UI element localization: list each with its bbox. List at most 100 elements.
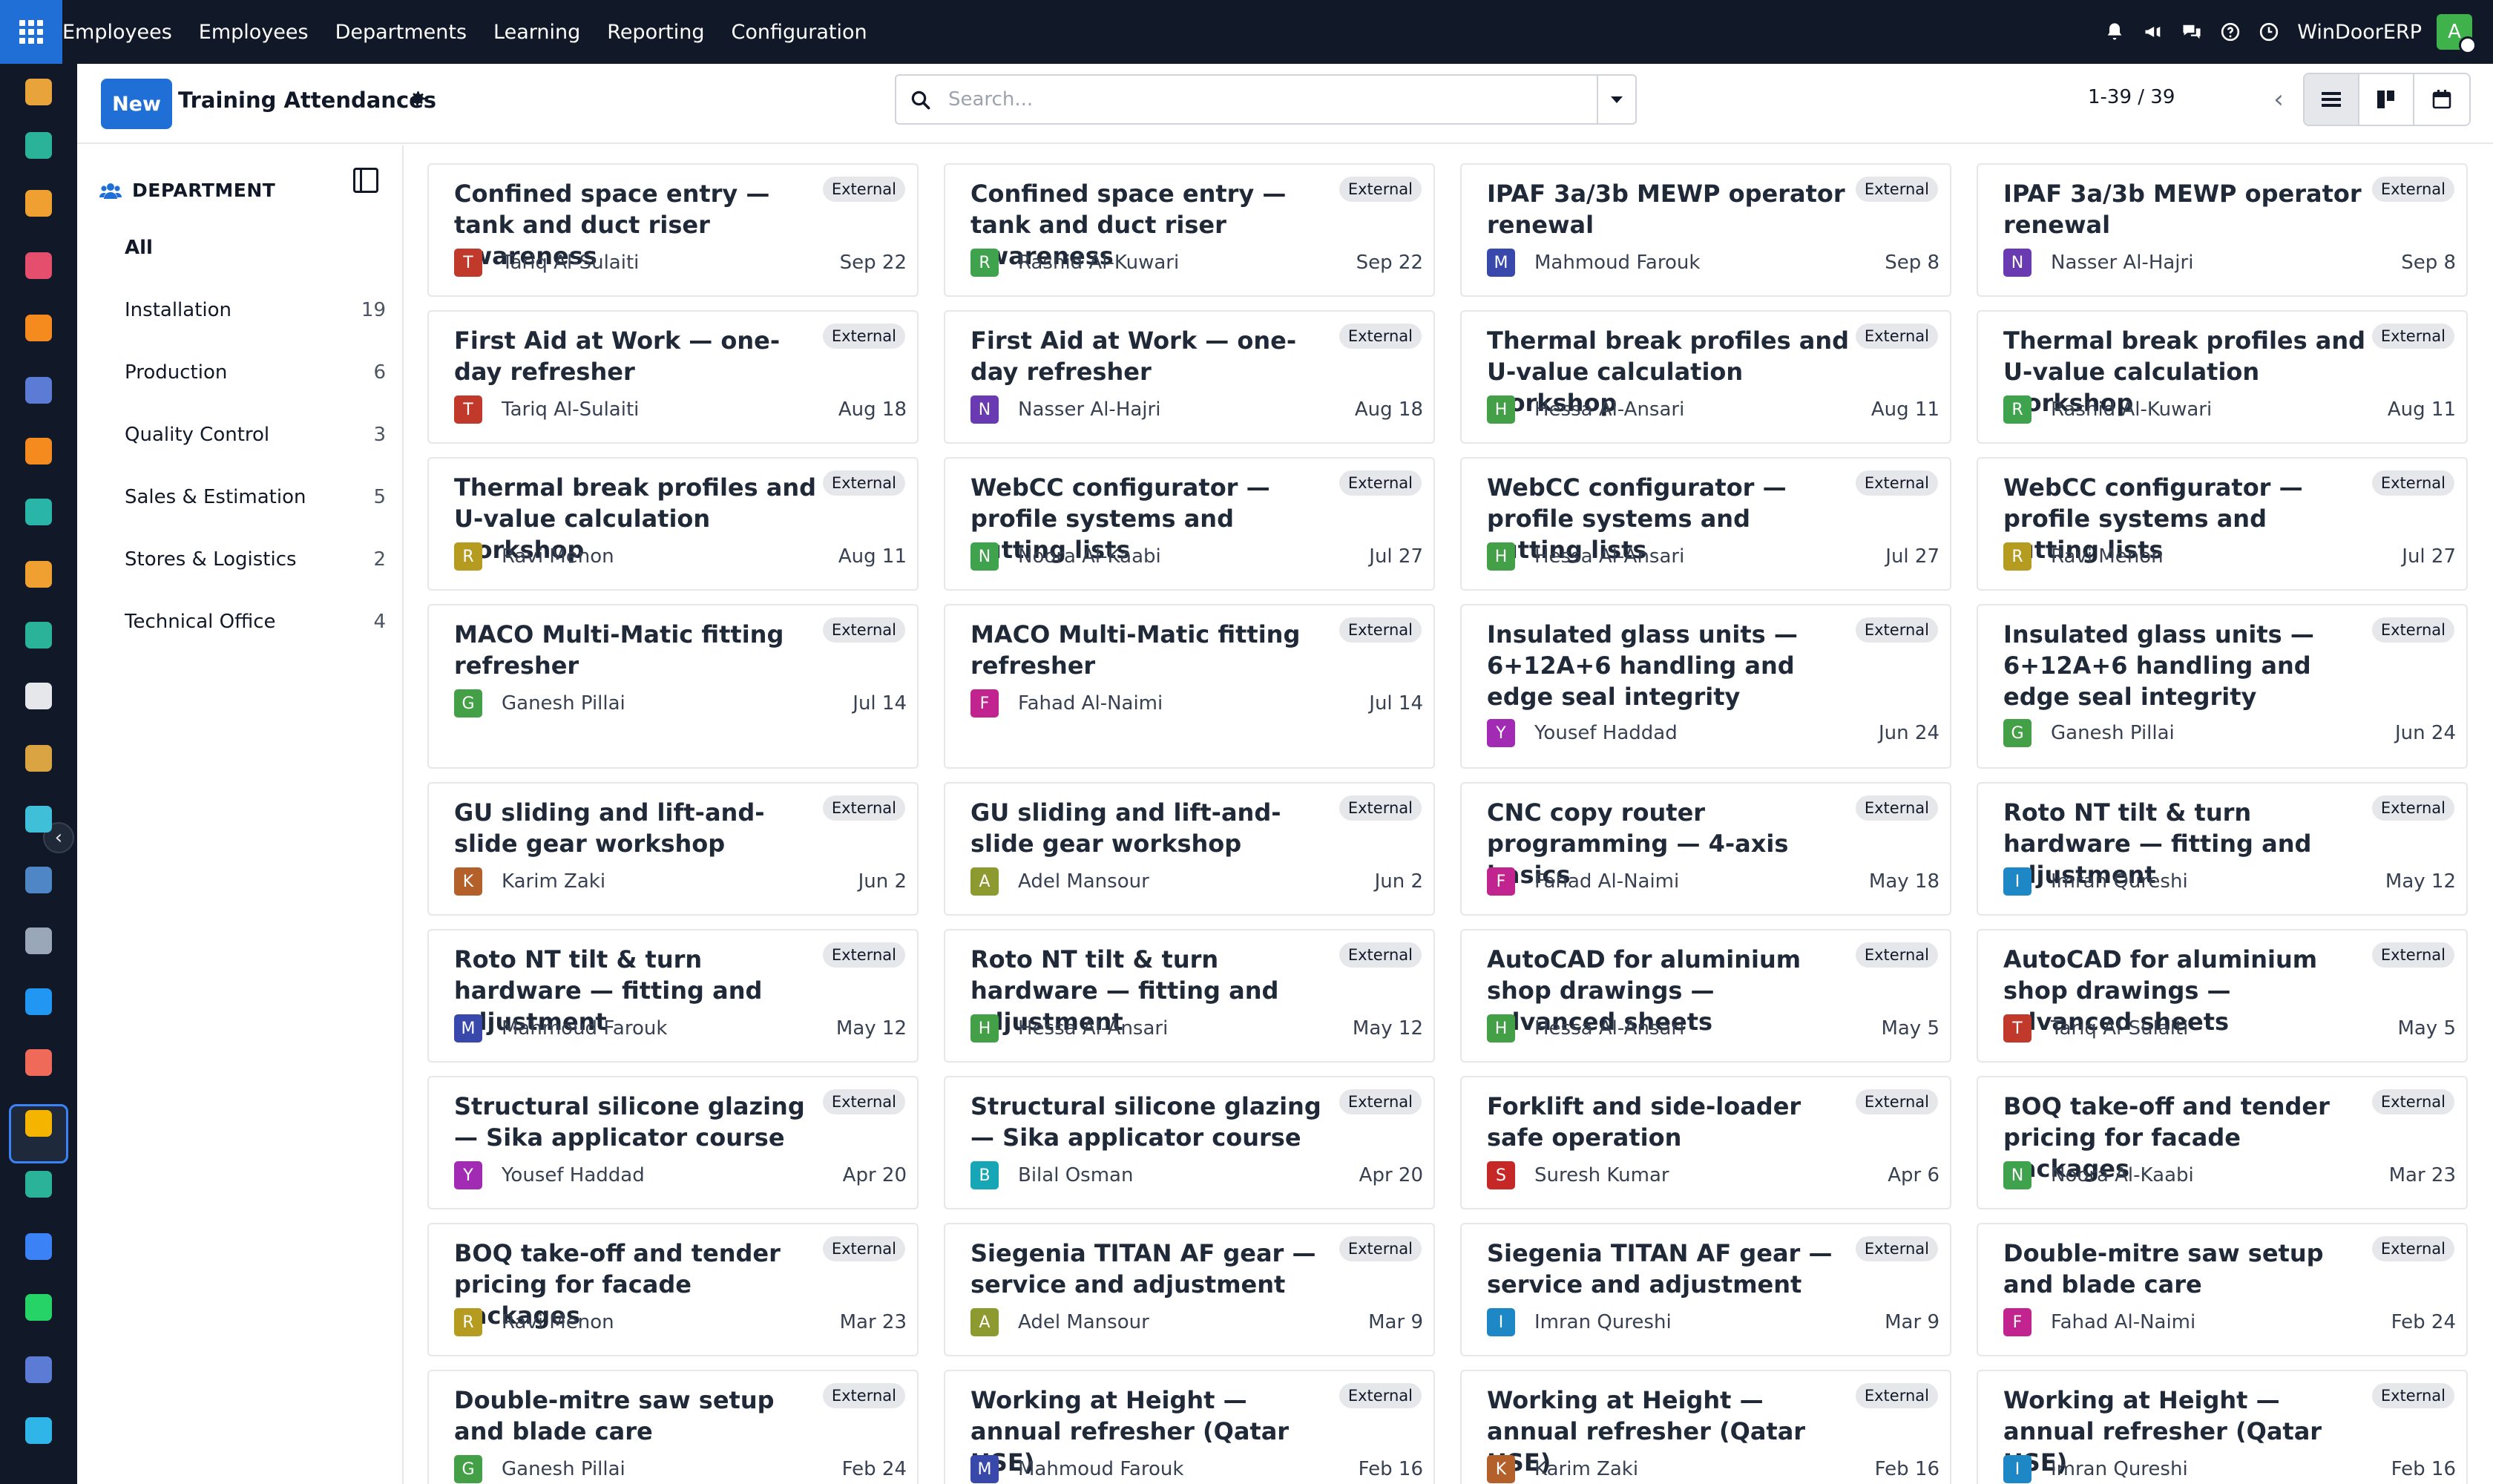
app-icon-4[interactable] [25, 252, 52, 279]
gear-icon[interactable] [408, 89, 427, 114]
training-card[interactable]: Working at Height — annual refresher (Qa… [1460, 1370, 1951, 1484]
training-card[interactable]: Roto NT tilt & turn hardware — fitting a… [944, 929, 1435, 1063]
training-card[interactable]: MACO Multi-Matic fitting refresher Extern… [427, 604, 919, 769]
pager-previous-button[interactable]: ‹ [2256, 74, 2302, 125]
department-item-all[interactable]: All [125, 226, 392, 270]
training-card[interactable]: Insulated glass units — 6+12A+6 handling… [1460, 604, 1951, 769]
training-card[interactable]: First Aid at Work — one-day refresher Ext… [427, 310, 919, 444]
app-icon-7[interactable] [25, 438, 52, 464]
training-card[interactable]: Structural silicone glazing — Sika appli… [427, 1076, 919, 1209]
app-icon-8[interactable] [25, 499, 52, 525]
app-icon-6[interactable] [25, 377, 52, 404]
app-icon-5[interactable] [25, 315, 52, 341]
menu-configuration[interactable]: Configuration [718, 0, 881, 64]
app-icon-21[interactable] [25, 1356, 52, 1383]
training-card[interactable]: Working at Height — annual refresher (Qa… [944, 1370, 1435, 1484]
training-card[interactable]: IPAF 3a/3b MEWP operator renewal External… [1977, 163, 2468, 297]
training-card[interactable]: Siegenia TITAN AF gear — service and adj… [1460, 1223, 1951, 1356]
new-button[interactable]: New [101, 79, 172, 129]
training-card[interactable]: Working at Height — annual refresher (Qa… [1977, 1370, 2468, 1484]
training-card[interactable]: IPAF 3a/3b MEWP operator renewal External… [1460, 163, 1951, 297]
training-card[interactable]: Thermal break profiles and U-value calcu… [1460, 310, 1951, 444]
apps-menu-button[interactable] [0, 0, 62, 64]
training-card[interactable]: Confined space entry — tank and duct ris… [944, 163, 1435, 297]
department-item-production[interactable]: Production 6 [125, 350, 392, 395]
department-item-installation[interactable]: Installation 19 [125, 288, 392, 332]
app-icon-19[interactable] [25, 1233, 52, 1260]
employee-name: Bilal Osman [1018, 1164, 1134, 1186]
training-card[interactable]: Structural silicone glazing — Sika appli… [944, 1076, 1435, 1209]
training-card[interactable]: Forklift and side-loader safe operation E… [1460, 1076, 1951, 1209]
search-options-toggle[interactable] [1597, 76, 1635, 123]
pager-value[interactable]: 1-39 / 39 [2088, 86, 2175, 108]
type-badge: External [1339, 324, 1422, 349]
training-card[interactable]: BOQ take-off and tender pricing for faca… [427, 1223, 919, 1356]
panel-toggle-icon[interactable] [353, 168, 378, 193]
app-icon-14[interactable] [25, 867, 52, 893]
department-item-quality-control[interactable]: Quality Control 3 [125, 413, 392, 457]
megaphone-icon[interactable] [2134, 0, 2172, 64]
app-icon-20[interactable] [25, 1294, 52, 1321]
app-icon-13[interactable] [25, 806, 52, 833]
training-card[interactable]: AutoCAD for aluminium shop drawings — ad… [1977, 929, 2468, 1063]
training-card[interactable]: MACO Multi-Matic fitting refresher Extern… [944, 604, 1435, 769]
employee-avatar: T [2003, 1014, 2031, 1043]
training-card[interactable]: WebCC configurator — profile systems and… [944, 457, 1435, 591]
training-card[interactable]: Double-mitre saw setup and blade care Ext… [1977, 1223, 2468, 1356]
search-input[interactable] [948, 83, 1571, 116]
menu-reporting[interactable]: Reporting [594, 0, 717, 64]
training-card[interactable]: CNC copy router programming — 4-axis bas… [1460, 782, 1951, 916]
card-footer: I Imran Qureshi Mar 9 [1487, 1307, 1939, 1337]
menu-brand[interactable]: Employees [62, 0, 185, 64]
calendar-view-button[interactable] [2414, 74, 2469, 125]
app-icon-employees[interactable] [25, 1049, 52, 1076]
training-card[interactable]: Siegenia TITAN AF gear — service and adj… [944, 1223, 1435, 1356]
menu-employees[interactable]: Employees [185, 0, 322, 64]
app-icon-15[interactable] [25, 928, 52, 954]
menu-learning[interactable]: Learning [480, 0, 594, 64]
app-icon-11[interactable] [25, 683, 52, 709]
app-icon-2[interactable] [25, 132, 52, 159]
kanban-view-button[interactable] [2359, 74, 2414, 125]
department-item-technical-office[interactable]: Technical Office 4 [125, 600, 392, 644]
app-icon-22[interactable] [25, 1417, 52, 1444]
user-avatar[interactable]: A [2437, 14, 2477, 54]
training-card[interactable]: WebCC configurator — profile systems and… [1460, 457, 1951, 591]
training-card[interactable]: AutoCAD for aluminium shop drawings — ad… [1460, 929, 1951, 1063]
type-badge: External [2371, 177, 2454, 202]
menu-departments[interactable]: Departments [322, 0, 480, 64]
training-card[interactable]: Thermal break profiles and U-value calcu… [1977, 310, 2468, 444]
department-item-sales-estimation[interactable]: Sales & Estimation 5 [125, 475, 392, 519]
department-item-stores-logistics[interactable]: Stores & Logistics 2 [125, 537, 392, 582]
app-icon-1[interactable] [25, 79, 52, 105]
training-card[interactable]: Thermal break profiles and U-value calcu… [427, 457, 919, 591]
app-icon-12[interactable] [25, 745, 52, 772]
employee-name: Karim Zaki [1534, 1458, 1639, 1480]
training-card[interactable]: Double-mitre saw setup and blade care Ext… [427, 1370, 919, 1484]
app-icon-10[interactable] [25, 622, 52, 649]
card-title: IPAF 3a/3b MEWP operator renewal [1487, 180, 1845, 239]
training-card[interactable]: Roto NT tilt & turn hardware — fitting a… [1977, 782, 2468, 916]
app-icon-9[interactable] [25, 561, 52, 588]
training-card[interactable]: GU sliding and lift-and-slide gear works… [427, 782, 919, 916]
app-icon-3[interactable] [25, 190, 52, 217]
training-card[interactable]: WebCC configurator — profile systems and… [1977, 457, 2468, 591]
training-card[interactable]: BOQ take-off and tender pricing for faca… [1977, 1076, 2468, 1209]
training-card[interactable]: Confined space entry — tank and duct ris… [427, 163, 919, 297]
app-icon-18[interactable] [25, 1171, 52, 1198]
app-icon-16[interactable] [25, 988, 52, 1015]
training-card[interactable]: First Aid at Work — one-day refresher Ext… [944, 310, 1435, 444]
app-icon-rail: ‹ [0, 64, 77, 1484]
employee-avatar: M [454, 1014, 482, 1043]
list-view-button[interactable] [2305, 74, 2359, 125]
training-card[interactable]: GU sliding and lift-and-slide gear works… [944, 782, 1435, 916]
bell-icon[interactable] [2095, 0, 2134, 64]
help-icon[interactable] [2211, 0, 2250, 64]
training-card[interactable]: Insulated glass units — 6+12A+6 handling… [1977, 604, 2468, 769]
training-card[interactable]: Roto NT tilt & turn hardware — fitting a… [427, 929, 919, 1063]
company-name[interactable]: WinDoorERP [2288, 21, 2437, 44]
app-icon-17[interactable] [25, 1110, 52, 1137]
chat-icon[interactable] [2172, 0, 2211, 64]
clock-icon[interactable] [2250, 0, 2288, 64]
card-title: MACO Multi-Matic fitting refresher [454, 620, 784, 680]
